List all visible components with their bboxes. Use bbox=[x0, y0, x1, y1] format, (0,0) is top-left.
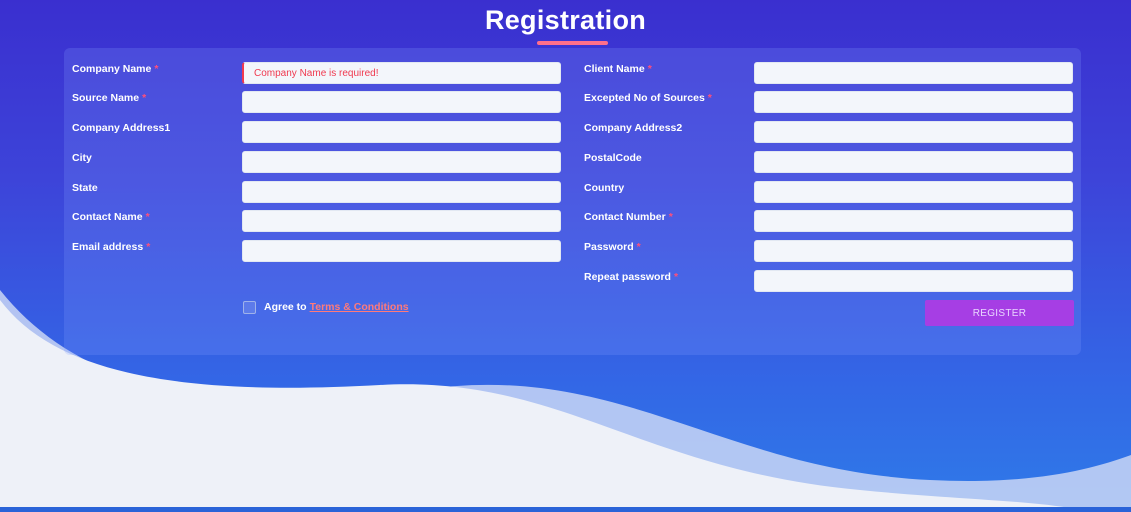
email-address-input[interactable] bbox=[242, 240, 561, 262]
required-marker: * bbox=[636, 241, 641, 253]
contact-number-input[interactable] bbox=[754, 210, 1073, 232]
required-marker: * bbox=[145, 211, 150, 223]
registration-page: Registration Company Name* Source Name* … bbox=[0, 0, 1131, 512]
title-underline bbox=[537, 41, 608, 45]
label-client-name: Client Name * bbox=[584, 63, 652, 75]
label-contact-number: Contact Number * bbox=[584, 211, 673, 223]
label-country: Country bbox=[584, 182, 625, 194]
required-marker: * bbox=[146, 241, 151, 253]
agree-terms-checkbox[interactable] bbox=[243, 301, 256, 314]
required-marker: * bbox=[673, 271, 679, 283]
label-city: City bbox=[72, 152, 92, 164]
page-title: Registration bbox=[484, 5, 647, 35]
client-name-input[interactable] bbox=[754, 62, 1073, 84]
state-input[interactable] bbox=[242, 181, 561, 203]
label-state: State bbox=[72, 182, 98, 194]
label-excepted-no-of-sources: Excepted No of Sources * bbox=[584, 92, 712, 104]
label-repeat-password: Repeat password * bbox=[584, 271, 679, 283]
company-name-input[interactable] bbox=[242, 62, 561, 84]
label-company-name: Company Name * bbox=[72, 63, 159, 75]
excepted-no-of-sources-input[interactable] bbox=[754, 91, 1073, 113]
label-email-address: Email address * bbox=[72, 241, 151, 253]
bottom-strip bbox=[0, 507, 1131, 512]
agree-text: Agree to bbox=[264, 301, 307, 313]
required-marker: * bbox=[154, 63, 159, 75]
label-password: Password * bbox=[584, 241, 641, 253]
required-marker: * bbox=[668, 211, 673, 223]
register-button[interactable]: REGISTER bbox=[925, 300, 1074, 326]
label-postal-code: PostalCode bbox=[584, 152, 642, 164]
required-marker: * bbox=[142, 92, 147, 104]
label-contact-name: Contact Name * bbox=[72, 211, 150, 223]
required-marker: * bbox=[707, 92, 712, 104]
contact-name-input[interactable] bbox=[242, 210, 561, 232]
terms-conditions-link[interactable]: Terms & Conditions bbox=[310, 301, 409, 313]
repeat-password-input[interactable] bbox=[754, 270, 1073, 292]
required-marker: * bbox=[647, 63, 652, 75]
label-company-address1: Company Address1 bbox=[72, 122, 171, 134]
city-input[interactable] bbox=[242, 151, 561, 173]
agree-terms-label: Agree to Terms & Conditions bbox=[264, 301, 409, 313]
label-company-address2: Company Address2 bbox=[584, 122, 683, 134]
source-name-input[interactable] bbox=[242, 91, 561, 113]
company-address1-input[interactable] bbox=[242, 121, 561, 143]
password-input[interactable] bbox=[754, 240, 1073, 262]
country-input[interactable] bbox=[754, 181, 1073, 203]
postal-code-input[interactable] bbox=[754, 151, 1073, 173]
label-source-name: Source Name * bbox=[72, 92, 147, 104]
company-address2-input[interactable] bbox=[754, 121, 1073, 143]
